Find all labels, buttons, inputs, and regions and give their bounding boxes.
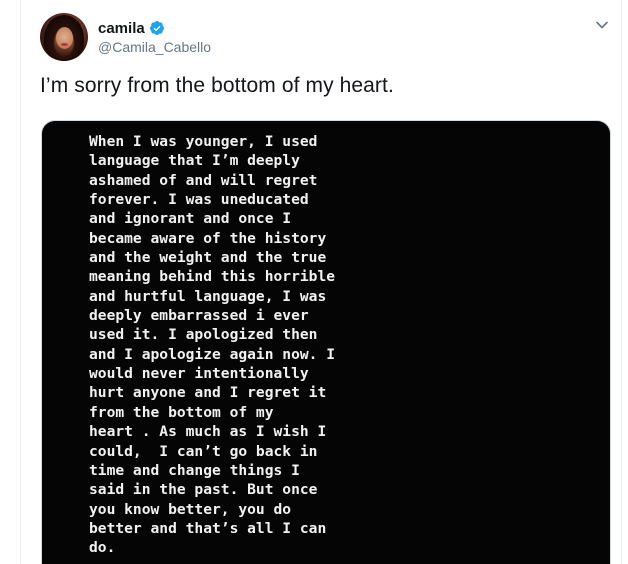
tweet-media-image[interactable]: When I was younger, I used language that… <box>41 120 611 564</box>
name-row: camila <box>98 18 211 38</box>
tweet-text: I’m sorry from the bottom of my heart. <box>40 74 394 97</box>
media-statement-text: When I was younger, I used language that… <box>89 133 336 557</box>
tweet-card: camila @Camila_Cabello I’m sorry from th… <box>20 0 622 564</box>
display-name[interactable]: camila <box>98 20 145 37</box>
avatar[interactable] <box>40 13 88 61</box>
chevron-down-icon[interactable] <box>595 18 609 32</box>
user-handle[interactable]: @Camila_Cabello <box>98 39 211 55</box>
verified-badge-icon <box>149 21 164 35</box>
avatar-lips <box>61 43 68 46</box>
user-info: camila @Camila_Cabello <box>98 18 211 56</box>
